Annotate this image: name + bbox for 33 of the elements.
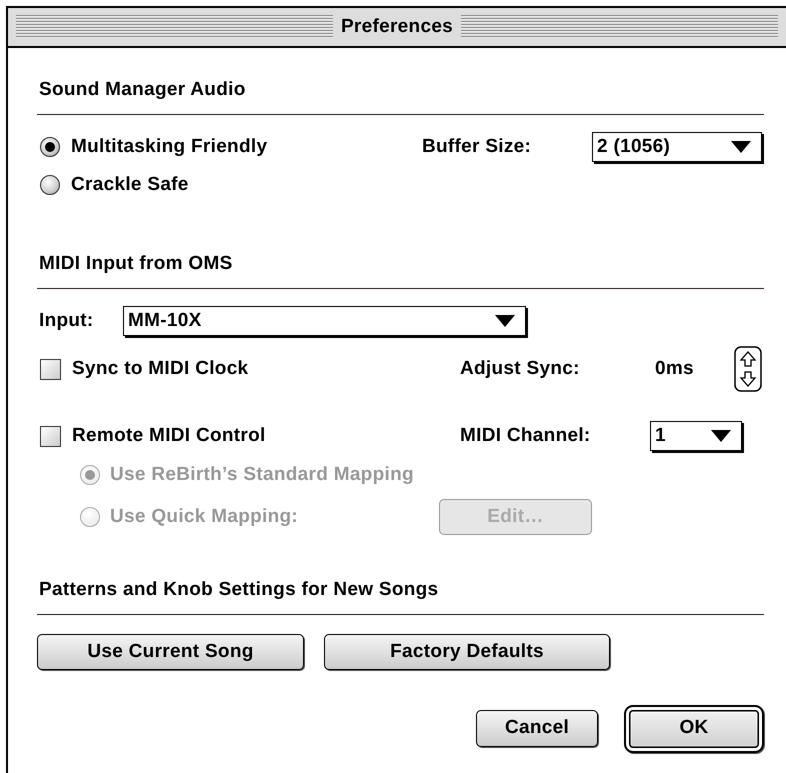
- field-label: Adjust Sync:: [460, 356, 580, 381]
- checkbox-label: Remote MIDI Control: [72, 424, 266, 448]
- field-label: MIDI Channel:: [460, 424, 591, 448]
- dropdown[interactable]: 1: [650, 421, 742, 451]
- dropdown-value: MM-10X: [128, 308, 202, 333]
- radio-label: Use Quick Mapping:: [110, 504, 298, 529]
- radio-button[interactable]: [40, 137, 60, 157]
- dropdown-arrow-icon: [711, 430, 731, 442]
- section-heading: MIDI Input from OMS: [38, 252, 234, 276]
- field-label: Buffer Size:: [422, 134, 532, 159]
- stepper-arrows[interactable]: [734, 346, 762, 392]
- checkbox[interactable]: [40, 426, 61, 446]
- dropdown-value: 2 (1056): [597, 134, 670, 159]
- dropdown[interactable]: 2 (1056): [592, 132, 762, 162]
- dropdown[interactable]: MM-10X: [123, 306, 526, 336]
- action-button[interactable]: Use Current Song: [37, 634, 304, 670]
- section-heading: Patterns and Knob Settings for New Songs: [38, 578, 440, 602]
- window-title: Preferences: [340, 14, 454, 39]
- value-text: 0ms: [655, 356, 694, 381]
- radio-label: Crackle Safe: [71, 172, 189, 197]
- dropdown-arrow-icon: [495, 315, 515, 327]
- dialog-button[interactable]: Cancel: [476, 710, 598, 747]
- section-heading: Sound Manager Audio: [38, 78, 247, 102]
- field-label: Input:: [38, 308, 94, 333]
- radio-label: Use ReBirth’s Standard Mapping: [110, 462, 414, 487]
- checkbox[interactable]: [40, 358, 61, 380]
- radio-label: Multitasking Friendly: [71, 134, 268, 159]
- checkbox-label: Sync to MIDI Clock: [72, 356, 248, 381]
- action-button[interactable]: Factory Defaults: [324, 634, 610, 670]
- dropdown-arrow-icon: [731, 141, 751, 153]
- radio-button[interactable]: [40, 175, 60, 195]
- default-button[interactable]: OK: [624, 704, 764, 752]
- dropdown-value: 1: [655, 424, 666, 448]
